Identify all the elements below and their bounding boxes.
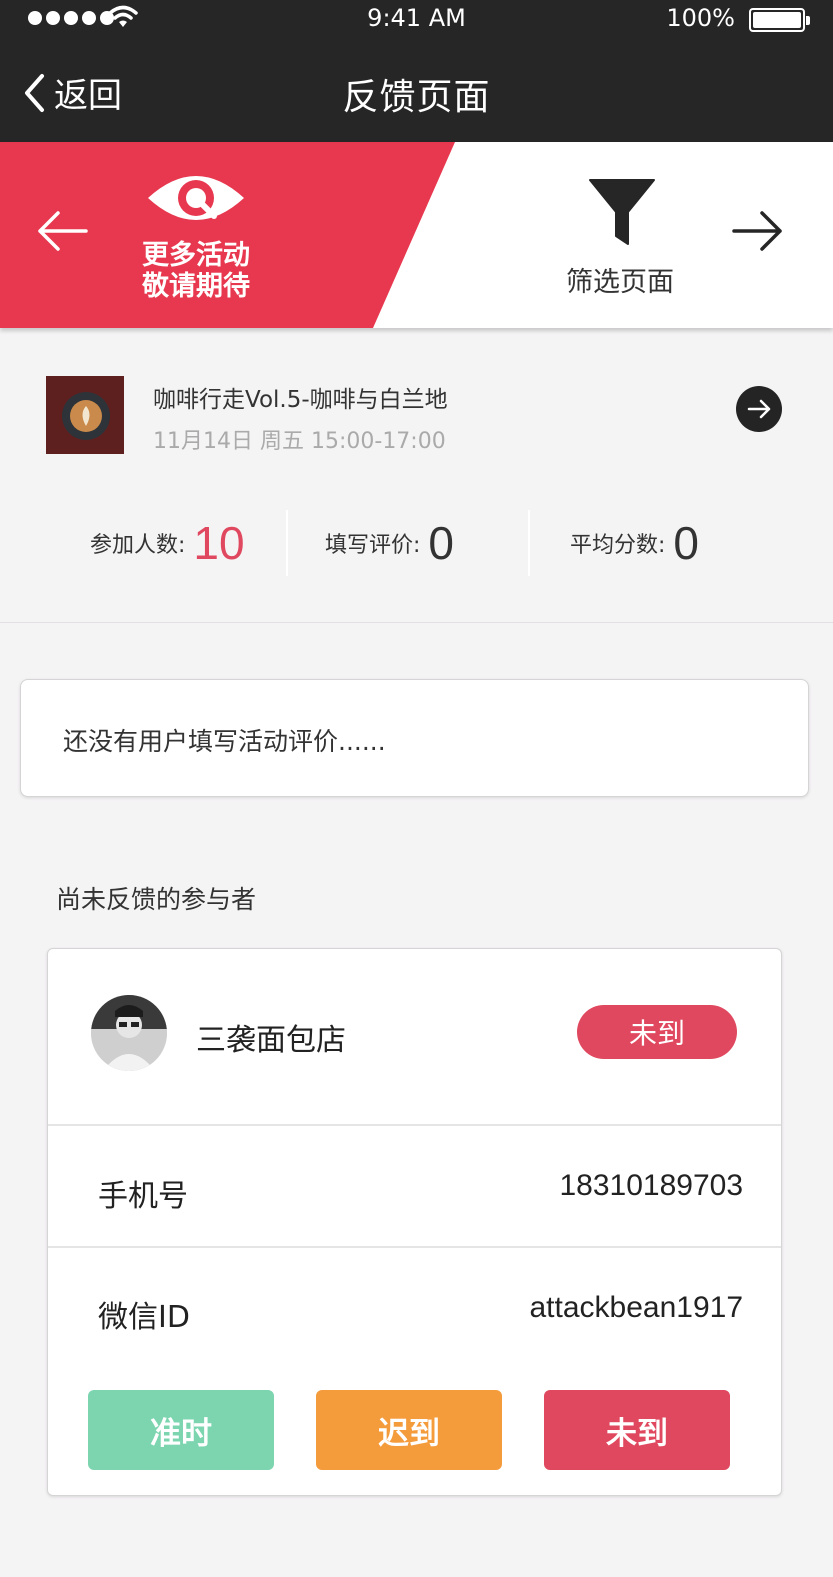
top-bar: 9:41 AM 100% 返回 反馈页面 [0,0,833,142]
eye-search-icon [148,176,244,220]
phone-value: 18310189703 [559,1169,743,1202]
wechat-value: attackbean1917 [529,1291,743,1324]
absent-button[interactable]: 未到 [544,1390,730,1470]
more-line-1: 更多活动 [142,240,250,271]
stat-label: 平均分数: [570,533,666,558]
on-time-button[interactable]: 准时 [88,1390,274,1470]
empty-reviews-text: 还没有用户填写活动评价...... [63,727,386,756]
phone-label: 手机号 [98,1179,188,1214]
more-activities-text: 更多活动 敬请期待 [120,240,272,302]
event-thumbnail [46,376,124,454]
event-title: 咖啡行走Vol.5-咖啡与白兰地 [153,387,448,413]
arrow-left-icon[interactable] [34,206,90,256]
avatar [91,995,167,1071]
stat-average: 平均分数: 0 [570,508,699,578]
event-detail-button[interactable] [736,386,782,432]
section-title: 尚未反馈的参与者 [56,885,257,914]
stat-divider [286,510,288,576]
more-line-2: 敬请期待 [142,271,250,302]
stat-reviews: 填写评价: 0 [325,508,454,578]
arrow-right-circle-icon [747,399,771,419]
section-divider [0,622,833,623]
wechat-label: 微信ID [98,1300,190,1335]
row-divider [48,1124,781,1126]
stat-label: 参加人数: [90,533,186,558]
filter-icon[interactable] [588,178,656,248]
reviews-card: 还没有用户填写活动评价...... [20,679,809,797]
row-divider [48,1246,781,1248]
page-title: 反馈页面 [342,77,491,118]
stat-participants: 参加人数: 10 [90,508,245,578]
stat-divider [528,510,530,576]
battery-icon [749,8,810,32]
status-badge: 未到 [577,1005,737,1059]
stats-row: 参加人数: 10 填写评价: 0 平均分数: 0 [0,508,833,578]
event-time: 11月14日 周五 15:00-17:00 [153,429,446,454]
stat-value: 0 [428,517,455,569]
arrow-right-icon[interactable] [730,206,786,256]
stat-label: 填写评价: [325,533,421,558]
status-bar: 9:41 AM 100% [0,0,833,40]
battery-percent: 100% [666,4,735,32]
stat-value: 0 [673,517,700,569]
late-button[interactable]: 迟到 [316,1390,502,1470]
participant-name: 三袭面包店 [196,1023,346,1058]
banner: 更多活动 敬请期待 筛选页面 [0,142,833,328]
filter-page-label[interactable]: 筛选页面 [540,260,700,299]
stat-value: 10 [193,517,245,569]
participant-card: 三袭面包店 未到 手机号 18310189703 微信ID attackbean… [47,948,782,1496]
